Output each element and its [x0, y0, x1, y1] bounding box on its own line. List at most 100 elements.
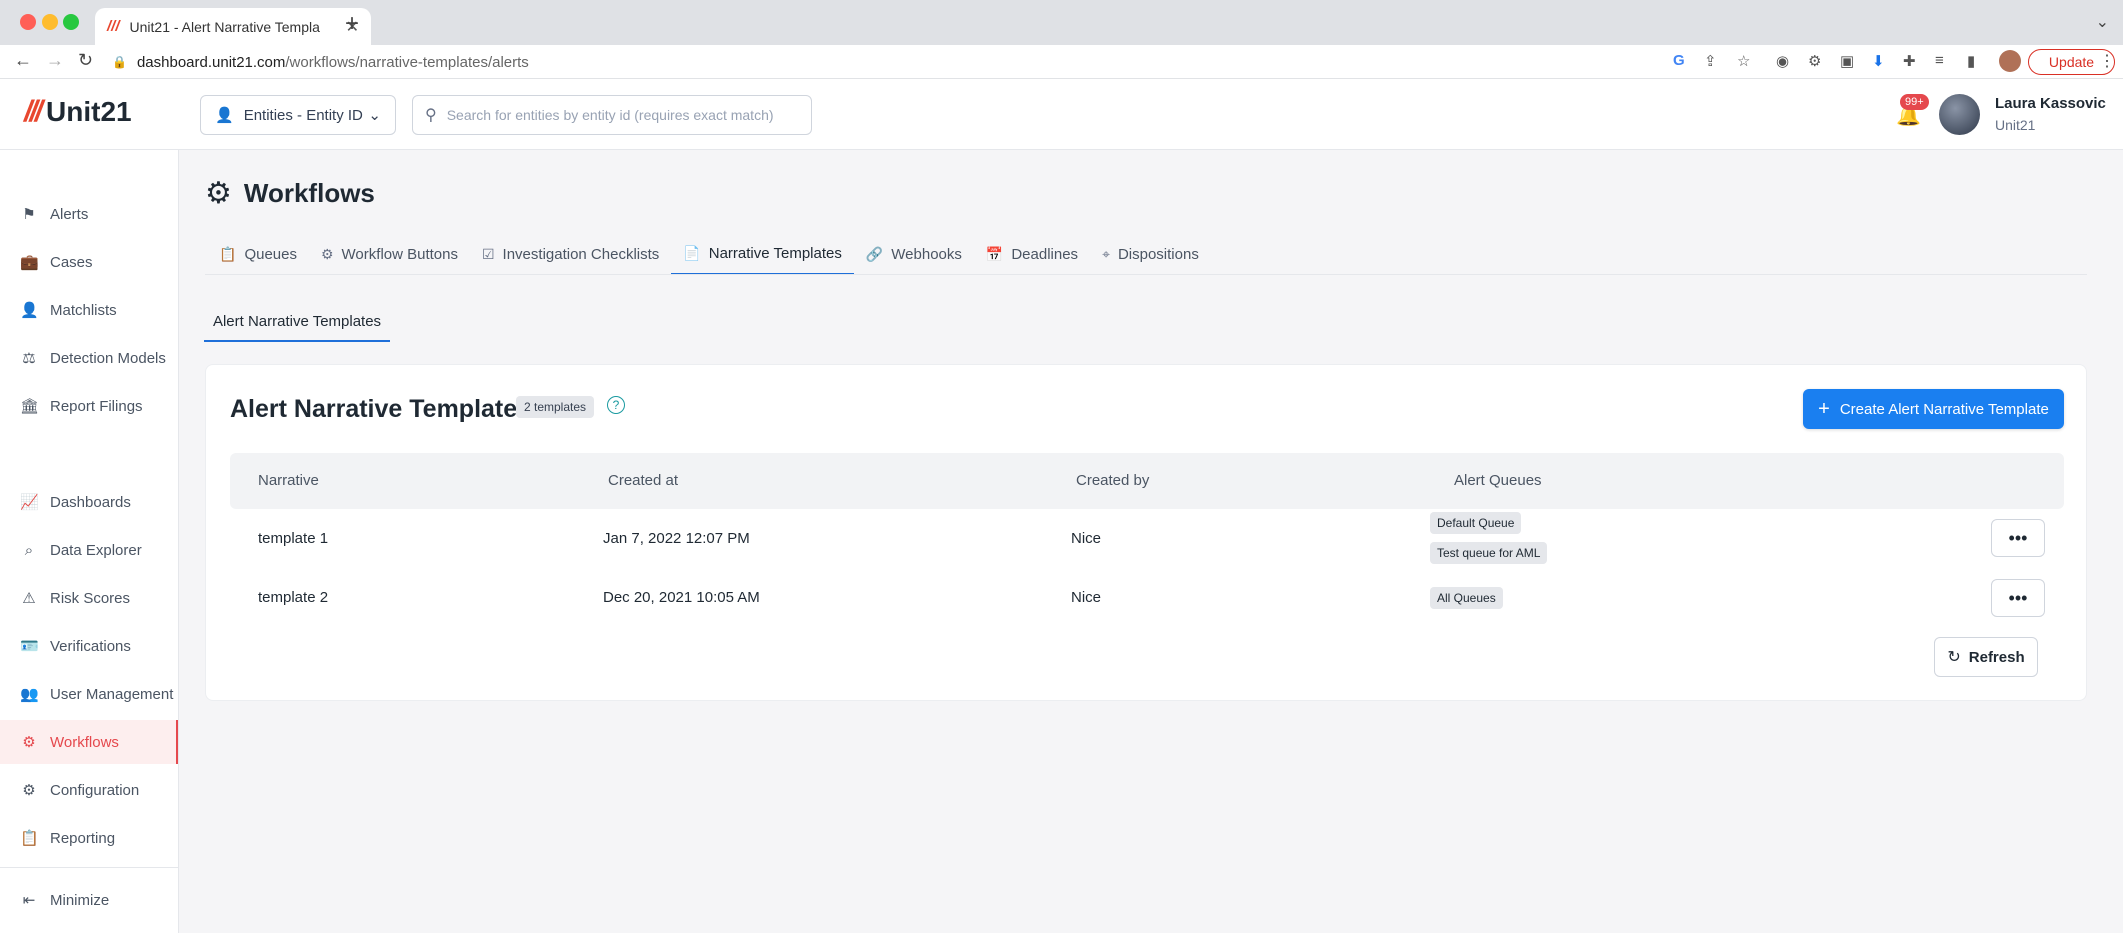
sidebar-item-label: Configuration — [50, 781, 140, 799]
sidebar-item-cases[interactable]: 💼 Cases — [0, 240, 178, 284]
url-path: /workflows/narrative-templates/alerts — [285, 53, 529, 71]
sidebar-minimize-button[interactable]: ⇤ Minimize — [0, 878, 178, 922]
calendar-clock-icon: 📅 — [985, 245, 1004, 262]
reading-list-icon[interactable]: ≡ — [1935, 52, 1944, 69]
entity-search-input[interactable] — [446, 107, 797, 123]
refresh-button[interactable]: ↻ Refresh — [1934, 637, 2038, 677]
extension-gear-icon[interactable]: ⚙ — [1808, 52, 1821, 70]
play-gear-icon: ⚙ — [320, 245, 334, 262]
refresh-button-label: Refresh — [1968, 648, 2025, 666]
sidebar-item-label: Alerts — [50, 205, 89, 223]
page-title: ⚙ Workflows — [205, 176, 375, 211]
queue-tag: Test queue for AML — [1430, 542, 1548, 564]
user-org: Unit21 — [1995, 117, 2036, 133]
sidebar-item-label: Dashboards — [50, 493, 131, 511]
clipboard-icon: 📋 — [219, 245, 237, 262]
browser-tab[interactable]: /// Unit21 - Alert Narrative Templa ✕ — [95, 8, 371, 45]
tab-webhooks[interactable]: 🔗 Webhooks — [854, 233, 974, 275]
sidebar-item-configuration[interactable]: ⚙ Configuration — [0, 768, 178, 812]
forward-arrow-icon[interactable]: → — [46, 50, 64, 71]
sidebar-item-label: Risk Scores — [50, 589, 131, 607]
tab-dispositions[interactable]: ⌖ Dispositions — [1090, 233, 1211, 275]
bookmark-star-icon[interactable]: ☆ — [1737, 52, 1750, 70]
address-bar[interactable]: 🔒 dashboard.unit21.com /workflows/narrat… — [112, 49, 1680, 75]
puzzle-icon[interactable]: ✚ — [1903, 52, 1916, 70]
search-icon: ⚲ — [425, 107, 437, 124]
templates-card: Alert Narrative Templates 2 templates ? … — [205, 364, 2087, 701]
document-icon: 📄 — [683, 244, 701, 261]
sidebar-item-matchlists[interactable]: 👤 Matchlists — [0, 288, 178, 332]
extension-box-icon[interactable]: ▣ — [1840, 52, 1854, 70]
unit21-logo-mark-icon: /// — [24, 95, 43, 128]
tab-workflow-buttons[interactable]: ⚙ Workflow Buttons — [309, 233, 470, 275]
help-icon[interactable]: ? — [607, 396, 625, 414]
back-arrow-icon[interactable]: ← — [14, 50, 32, 71]
sidebar-item-label: Reporting — [50, 829, 116, 847]
queue-tag: Default Queue — [1430, 512, 1522, 534]
narrative-cell: template 1 — [258, 530, 329, 547]
table-row[interactable]: template 1 Jan 7, 2022 12:07 PM Nice Def… — [230, 509, 2064, 569]
sidebar-item-risk-scores[interactable]: ⚠ Risk Scores — [0, 576, 178, 620]
workflow-tabs: 📋 Queues ⚙ Workflow Buttons ☑ Investigat… — [207, 233, 1211, 275]
sidebar-item-data-explorer[interactable]: ⌕ Data Explorer — [0, 528, 178, 572]
column-header-created-by[interactable]: Created by — [1076, 472, 1149, 489]
sidebar-item-verifications[interactable]: 🪪 Verifications — [0, 624, 178, 668]
user-avatar[interactable] — [1939, 94, 1980, 135]
logo-text: Unit21 — [46, 96, 132, 127]
sidebar-item-label: Report Filings — [50, 397, 143, 415]
row-more-actions-button[interactable]: ••• — [1991, 519, 2045, 557]
created-by-cell: Nice — [1071, 530, 1102, 547]
column-header-narrative[interactable]: Narrative — [258, 472, 319, 489]
sidebar-item-reporting[interactable]: 📋 Reporting — [0, 816, 178, 860]
notification-count-badge: 99+ — [1900, 94, 1929, 110]
sidebar-item-report-filings[interactable]: 🏛 Report Filings — [0, 384, 178, 428]
share-icon[interactable]: ⇪ — [1704, 52, 1717, 70]
sidebar-item-label: Cases — [50, 253, 93, 271]
row-more-actions-button[interactable]: ••• — [1991, 579, 2045, 617]
tab-narrative-templates[interactable]: 📄 Narrative Templates — [671, 233, 854, 275]
tab-queues[interactable]: 📋 Queues — [207, 233, 309, 275]
side-panel-icon[interactable]: ▮ — [1967, 52, 1975, 70]
tab-search-chevron-icon[interactable]: ⌄ — [2096, 12, 2109, 32]
tab-deadlines[interactable]: 📅 Deadlines — [974, 233, 1090, 275]
download-icon[interactable]: ⬇ — [1872, 52, 1885, 70]
tab-label: Workflow Buttons — [341, 245, 458, 263]
sidebar: ⚑ Alerts 💼 Cases 👤 Matchlists ⚖ Detectio… — [0, 150, 179, 933]
clipboard-icon: 📋 — [20, 830, 39, 847]
column-header-alert-queues[interactable]: Alert Queues — [1454, 472, 1542, 489]
sidebar-item-detection-models[interactable]: ⚖ Detection Models — [0, 336, 178, 380]
sidebar-item-alerts[interactable]: ⚑ Alerts — [0, 192, 178, 236]
create-alert-narrative-template-button[interactable]: + Create Alert Narrative Template — [1803, 389, 2064, 429]
queue-tag: All Queues — [1430, 587, 1503, 609]
table-row[interactable]: template 2 Dec 20, 2021 10:05 AM Nice Al… — [230, 575, 2064, 631]
sidebar-item-user-management[interactable]: 👥 User Management — [0, 672, 178, 716]
entity-type-select[interactable]: 👤 Entities - Entity ID ⌄ — [200, 95, 396, 135]
reload-icon[interactable]: ↻ — [78, 50, 93, 71]
google-icon[interactable]: G — [1673, 52, 1685, 69]
sidebar-item-workflows[interactable]: ⚙ Workflows — [0, 720, 178, 764]
browser-tab-bar: /// Unit21 - Alert Narrative Templa ✕ + … — [0, 0, 2123, 45]
browser-menu-icon[interactable]: ⋮ — [2099, 51, 2115, 71]
tabs-divider — [205, 274, 2087, 275]
sidebar-item-dashboards[interactable]: 📈 Dashboards — [0, 480, 178, 524]
sidebar-item-label: Matchlists — [50, 301, 117, 319]
unit21-logo[interactable]: /// Unit21 — [24, 95, 132, 129]
maximize-window-button[interactable] — [63, 14, 79, 30]
browser-profile-avatar[interactable] — [1999, 50, 2021, 72]
extension-icon[interactable]: ◉ — [1776, 52, 1789, 70]
subtab-alert-narrative-templates[interactable]: Alert Narrative Templates — [204, 302, 390, 342]
briefcase-icon: 💼 — [20, 254, 39, 271]
tab-investigation-checklists[interactable]: ☑ Investigation Checklists — [470, 233, 671, 275]
minimize-window-button[interactable] — [42, 14, 58, 30]
entity-search-box[interactable]: ⚲ — [412, 95, 812, 135]
column-header-created-at[interactable]: Created at — [608, 472, 678, 489]
user-plus-icon: 👤 — [20, 302, 39, 319]
browser-tab-title: Unit21 - Alert Narrative Templa — [129, 18, 320, 35]
gear-icon: ⚙ — [22, 734, 36, 751]
close-window-button[interactable] — [20, 14, 36, 30]
sidebar-item-label: Verifications — [50, 637, 131, 655]
sidebar-divider — [0, 867, 178, 868]
new-tab-button[interactable]: + — [345, 10, 359, 38]
tab-label: Dispositions — [1117, 245, 1199, 263]
user-name[interactable]: Laura Kassovic — [1995, 95, 2106, 112]
